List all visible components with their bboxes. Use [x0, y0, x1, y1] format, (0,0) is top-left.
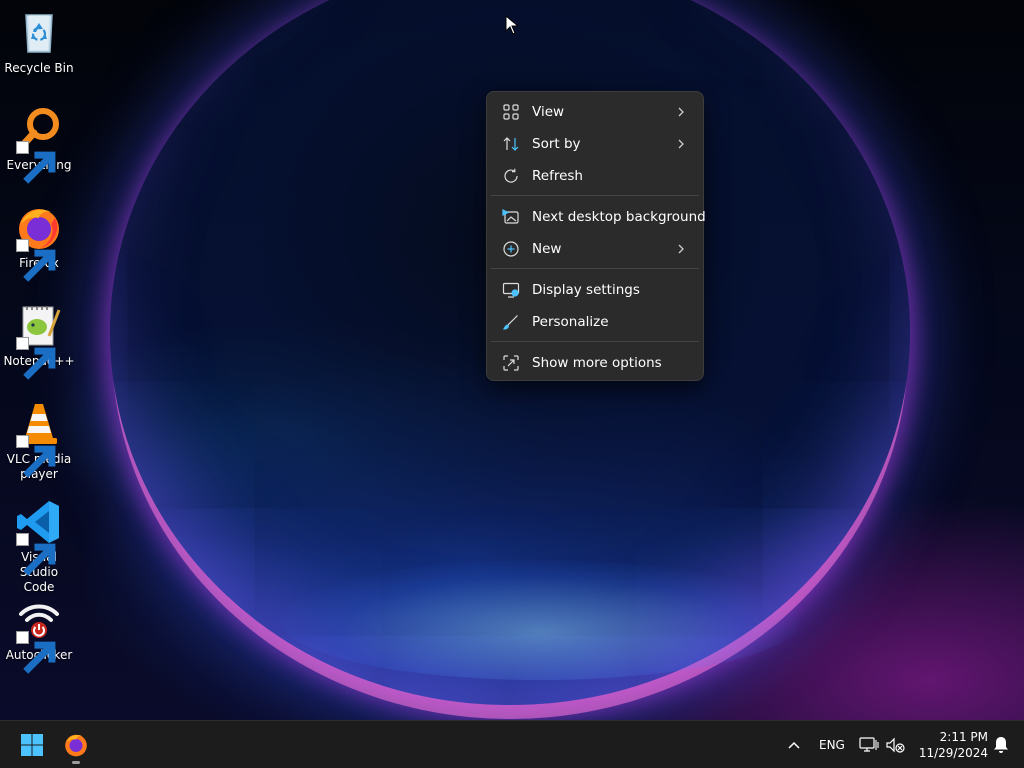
menu-item-new[interactable]: New: [491, 234, 699, 264]
taskbar: ENG 2:11 PM 11/29/2024: [0, 720, 1024, 768]
menu-separator: [491, 195, 699, 196]
shortcut-arrow-icon: [16, 337, 29, 350]
wallpaper-glow: [280, 560, 800, 680]
shortcut-arrow-icon: [16, 239, 29, 252]
menu-item-label: Next desktop background: [532, 209, 706, 225]
notifications-button[interactable]: [985, 729, 1017, 761]
menu-item-next-desktop-background[interactable]: Next desktop background: [491, 202, 699, 232]
chevron-up-icon: [787, 740, 801, 750]
display-settings-icon: [502, 281, 520, 299]
desktop-icon-notepad-plus-plus[interactable]: Notepad++: [3, 302, 75, 369]
menu-item-refresh[interactable]: Refresh: [491, 161, 699, 191]
refresh-icon: [502, 167, 520, 185]
volume-muted-icon: [885, 736, 905, 754]
brush-icon: [502, 313, 520, 331]
mouse-cursor-icon: [505, 15, 519, 35]
menu-item-label: Personalize: [532, 314, 699, 330]
firefox-icon: [15, 204, 63, 252]
show-more-icon: [502, 354, 520, 372]
next-background-icon: [502, 208, 520, 226]
clock-time: 2:11 PM: [912, 729, 988, 745]
menu-item-show-more-options[interactable]: Show more options: [491, 348, 699, 378]
menu-item-label: Show more options: [532, 355, 699, 371]
vlc-cone-icon: [15, 400, 63, 448]
menu-item-display-settings[interactable]: Display settings: [491, 275, 699, 305]
recycle-bin-icon: [15, 9, 63, 57]
desktop-icon-autoclicker[interactable]: Autoclicker: [3, 596, 75, 663]
vscode-icon: [15, 498, 63, 546]
menu-item-label: New: [532, 241, 676, 257]
everything-search-icon: [15, 106, 63, 154]
notepad-plus-plus-icon: [15, 302, 63, 350]
plus-circle-icon: [502, 240, 520, 258]
desktop-icon-recycle-bin[interactable]: Recycle Bin: [3, 9, 75, 76]
volume-button[interactable]: [879, 729, 911, 761]
menu-item-sort-by[interactable]: Sort by: [491, 129, 699, 159]
menu-item-label: View: [532, 104, 676, 120]
sort-arrows-icon: [502, 135, 520, 153]
desktop-icon-label: Recycle Bin: [3, 61, 75, 76]
desktop[interactable]: Recycle Bin Everything: [0, 0, 1024, 720]
chevron-right-icon: [676, 138, 686, 150]
menu-separator: [491, 268, 699, 269]
bell-icon: [993, 736, 1009, 754]
desktop-icon-firefox[interactable]: Firefox: [3, 204, 75, 271]
desktop-icon-everything[interactable]: Everything: [3, 106, 75, 173]
grid-view-icon: [502, 103, 520, 121]
language-indicator[interactable]: ENG: [819, 738, 845, 752]
running-app-indicator: [72, 761, 80, 764]
desktop-icon-vscode[interactable]: Visual Studio Code: [3, 498, 75, 595]
show-hidden-icons-button[interactable]: [778, 729, 810, 761]
shortcut-arrow-icon: [16, 631, 29, 644]
taskbar-firefox-button[interactable]: [60, 729, 92, 761]
autoclicker-wifi-icon: [15, 596, 63, 644]
menu-item-label: Refresh: [532, 168, 699, 184]
menu-item-label: Display settings: [532, 282, 699, 298]
chevron-right-icon: [676, 106, 686, 118]
start-button[interactable]: [16, 729, 48, 761]
chevron-right-icon: [676, 243, 686, 255]
system-clock[interactable]: 2:11 PM 11/29/2024: [912, 729, 988, 761]
shortcut-arrow-icon: [16, 435, 29, 448]
shortcut-arrow-icon: [16, 141, 29, 154]
desktop-icon-vlc[interactable]: VLC media player: [3, 400, 75, 482]
menu-item-view[interactable]: View: [491, 97, 699, 127]
menu-item-personalize[interactable]: Personalize: [491, 307, 699, 337]
menu-separator: [491, 341, 699, 342]
shortcut-arrow-icon: [16, 533, 29, 546]
network-monitor-icon: [859, 736, 879, 754]
windows-start-icon: [20, 733, 44, 757]
clock-date: 11/29/2024: [912, 745, 988, 761]
firefox-icon: [63, 732, 89, 758]
desktop-context-menu: View Sort by Refresh: [486, 91, 704, 381]
menu-item-label: Sort by: [532, 136, 676, 152]
